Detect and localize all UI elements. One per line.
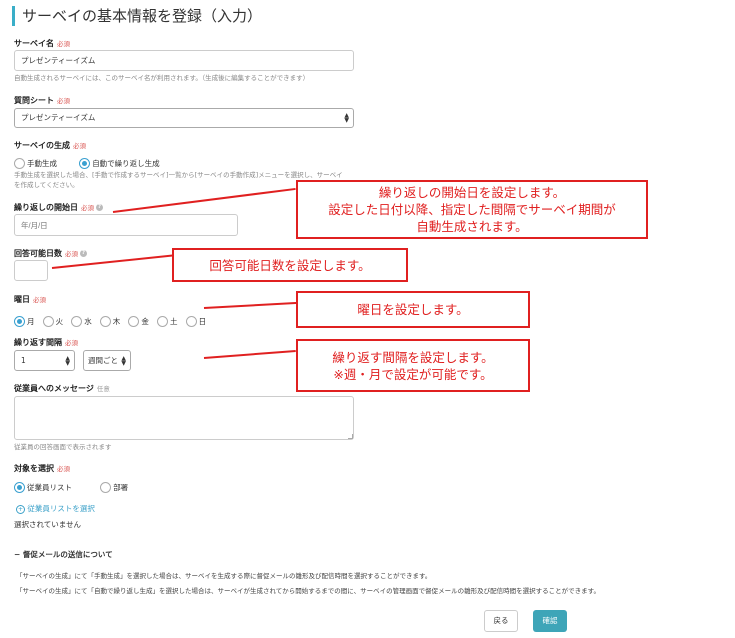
reminder-line-2: 「サーベイの生成」にて「自動で繰り返し生成」を選択した場合は、サーベイが生成され… [16,587,600,595]
required-badge: 必須 [33,296,46,304]
answer-days-input[interactable] [14,260,48,281]
help-icon[interactable]: ? [96,204,103,211]
required-badge: 必須 [57,465,70,473]
interval-count-stepper[interactable]: 1 ▲ ▼ [14,350,75,371]
answer-days-label: 回答可能日数 必須? [14,249,87,258]
annotation-line-start-date [112,187,296,213]
callout-interval-line-1: 繰り返す間隔を設定します。 [332,349,494,365]
confirm-button[interactable]: 確認 [533,610,567,632]
message-note: 従業員の回答画面で表示されます [14,443,112,451]
required-badge: 必須 [65,250,78,258]
radio-employee-list[interactable]: 従業員リスト [14,477,72,496]
interval-unit-select[interactable]: 週間ごと ▲ ▼ [83,350,131,371]
radio-sat[interactable]: 土 [156,311,177,330]
optional-badge: 任意 [96,385,110,393]
radio-mon[interactable]: 月 [14,311,35,330]
help-icon[interactable]: ? [80,250,87,257]
questionnaire-selected: プレゼンティーイズム [21,113,96,122]
callout-start-date-line-2: 設定した日付以降、指定した間隔でサーベイ期間が [328,202,616,217]
survey-name-note: 自動生成されるサーベイには、このサーベイ名が利用されます。（生成後に編集すること… [14,74,310,82]
callout-interval: 繰り返す間隔を設定します。 ※週・月で設定が可能です。 [296,339,530,392]
radio-wed[interactable]: 水 [71,311,92,330]
plus-circle-icon: + [16,504,25,514]
required-badge: 必須 [57,97,70,105]
select-arrows-icon: ▲ ▼ [344,112,349,124]
reminder-toggle[interactable]: − 督促メールの送信について [14,549,113,560]
select-employee-list-link[interactable]: + 従業員リストを選択 [16,503,95,514]
message-textarea[interactable] [14,396,354,440]
page-title: サーベイの基本情報を登録（入力） [12,6,262,26]
callout-answer-days: 回答可能日数を設定します。 [172,248,408,282]
callout-interval-line-2: ※週・月で設定が可能です。 [333,366,493,382]
radio-thu[interactable]: 木 [99,311,120,330]
required-badge: 必須 [57,40,70,48]
generation-note-1: 手動生成を選択した場合、[手動で作成するサーベイ]一覧から[サーベイの手動作成]… [14,171,343,179]
reminder-line-1: 「サーベイの生成」にて「手動生成」を選択した場合は、サーベイを生成する際に督促メ… [16,572,432,580]
interval-label: 繰り返す間隔 必須 [14,338,78,347]
callout-start-date: 繰り返しの開始日を設定します。 設定した日付以降、指定した間隔でサーベイ期間が … [296,180,648,239]
annotation-line-weekday [203,301,298,309]
generation-note-2: を作成してください。 [14,181,79,189]
resize-handle-icon[interactable] [348,434,353,439]
start-date-label: 繰り返しの開始日 必須? [14,203,103,212]
survey-name-input[interactable]: プレゼンティーイズム [14,50,354,71]
weekday-radio-group: 月 火 水 木 金 土 日 [14,311,206,330]
generation-label: サーベイの生成 必須 [14,141,86,150]
radio-sun[interactable]: 日 [185,311,206,330]
required-badge: 必須 [65,339,78,347]
select-arrows-icon: ▲ ▼ [121,354,126,367]
questionnaire-label: 質問シート 必須 [14,96,70,105]
radio-tue[interactable]: 火 [42,311,63,330]
reminder-heading: 督促メールの送信について [22,550,113,559]
target-radio-group: 従業員リスト 部署 [14,477,128,496]
callout-weekday: 曜日を設定します。 [296,291,530,328]
interval-unit-value: 週間ごと [88,356,118,365]
annotation-line-interval [203,349,296,359]
questionnaire-select[interactable]: プレゼンティーイズム ▲ ▼ [14,108,354,128]
callout-start-date-line-3: 自動生成されます。 [416,219,528,234]
radio-department[interactable]: 部署 [100,477,128,496]
radio-fri[interactable]: 金 [128,311,149,330]
none-selected-text: 選択されていません [14,520,82,529]
required-badge: 必須 [81,204,94,212]
interval-count-value: 1 [21,356,26,365]
survey-name-label: サーベイ名 必須 [14,39,70,48]
stepper-arrows-icon[interactable]: ▲ ▼ [65,355,70,366]
collapse-icon: − [14,550,21,559]
callout-weekday-text: 曜日を設定します。 [357,302,469,317]
weekday-label: 曜日 必須 [14,295,46,304]
target-label: 対象を選択 必須 [14,464,70,473]
required-badge: 必須 [73,142,86,150]
callout-start-date-line-1: 繰り返しの開始日を設定します。 [378,185,566,200]
start-date-input[interactable] [14,214,238,236]
callout-answer-days-text: 回答可能日数を設定します。 [209,257,371,273]
back-button[interactable]: 戻る [484,610,518,632]
message-label: 従業員へのメッセージ 任意 [14,384,110,393]
